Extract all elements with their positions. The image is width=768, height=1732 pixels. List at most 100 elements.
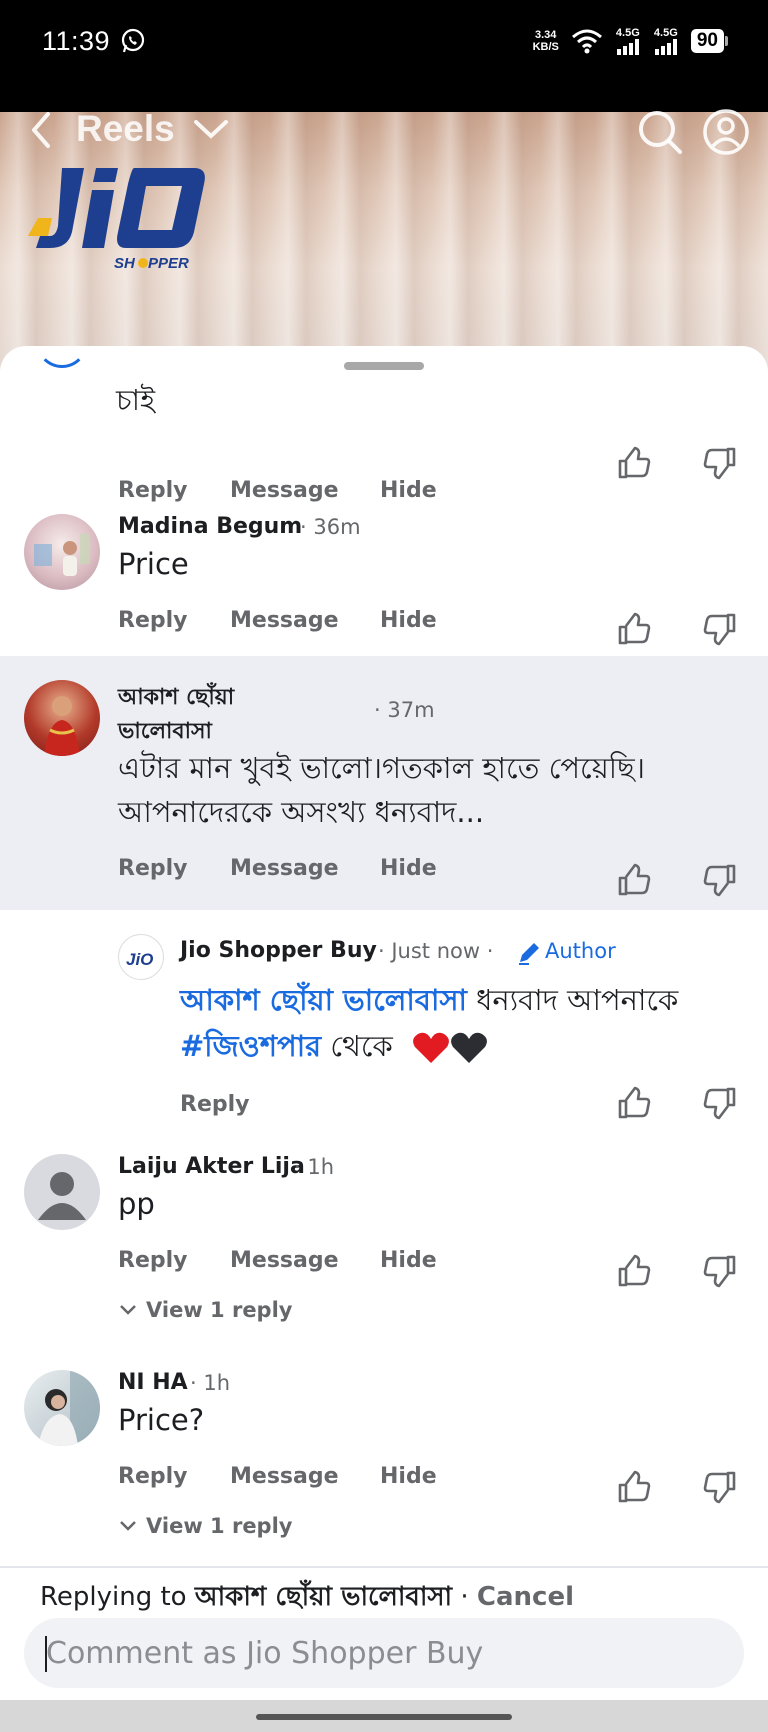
reply-text: ধন্যবাদ আপনাকে [466, 983, 679, 1017]
reels-title[interactable]: Reels [76, 108, 175, 150]
message-button[interactable]: Message [230, 1248, 380, 1273]
signal-2-label: 4.5G [653, 27, 678, 39]
avatar[interactable] [24, 680, 100, 756]
signal-1: 4.5G [615, 27, 641, 55]
default-avatar-icon [38, 1172, 86, 1220]
replying-prefix: Replying to [40, 1582, 195, 1612]
jio-logo-icon: SH PPER [28, 168, 205, 272]
commenter-name[interactable]: NI HA [118, 1370, 188, 1395]
reels-header: Reels [20, 106, 750, 156]
like-icon[interactable] [617, 1086, 651, 1120]
comment-item: Laiju Akter Lija · 1h pp Reply Message H… [0, 1146, 768, 1332]
signal-bars-icon [654, 39, 677, 55]
replying-separator: · [452, 1582, 477, 1612]
dislike-icon[interactable] [703, 863, 737, 897]
svg-text:SH: SH [114, 255, 136, 272]
chevron-down-icon[interactable] [192, 116, 230, 142]
comment-actions: Reply Message Hide [118, 856, 437, 881]
view-replies-button[interactable]: View 1 reply [118, 1298, 292, 1322]
reply-text-line1: আকাশ ছোঁয়া ভালোবাসা ধন্যবাদ আপনাকে [180, 978, 678, 1022]
comment-text-line2: আপনাদেরকে অসংখ্য ধন্যবাদ... [118, 795, 485, 829]
dislike-icon[interactable] [703, 612, 737, 646]
message-button[interactable]: Message [230, 608, 380, 633]
commenter-name-line1[interactable]: আকাশ ছোঁয়া [118, 680, 234, 717]
text-caret [45, 1636, 47, 1672]
battery-tip [725, 36, 728, 46]
comment-text: চাই [116, 383, 156, 417]
signal-2: 4.5G [653, 27, 679, 55]
dislike-icon[interactable] [703, 446, 737, 480]
chevron-down-icon [120, 1521, 136, 1531]
comment-input[interactable] [24, 1618, 744, 1688]
reply-button[interactable]: Reply [180, 1092, 250, 1117]
comments-sheet: চাই Reply Message Hide Madina Begum · 36… [0, 346, 768, 1732]
reply-button[interactable]: Reply [118, 856, 230, 881]
sheet-drag-handle[interactable] [344, 362, 424, 370]
commenter-name[interactable]: Madina Begum [118, 514, 302, 539]
comment-item: Madina Begum · 36m Price Reply Message H… [0, 506, 768, 654]
signal-1-label: 4.5G [615, 27, 640, 39]
reply-button[interactable]: Reply [118, 1248, 230, 1273]
black-heart-icon [451, 1032, 487, 1063]
system-nav-bar [0, 1700, 768, 1732]
like-icon[interactable] [617, 863, 651, 897]
whatsapp-icon [121, 28, 145, 53]
message-button[interactable]: Message [230, 1464, 380, 1489]
hashtag-link[interactable]: #জিওশপার [180, 1029, 321, 1063]
hide-button[interactable]: Hide [380, 608, 437, 633]
comment-text: Price? [118, 1403, 205, 1437]
like-icon[interactable] [617, 1254, 651, 1288]
jio-avatar-icon: JiO [126, 950, 153, 969]
red-heart-icon [413, 1032, 449, 1063]
reply-button[interactable]: Reply [118, 1464, 230, 1489]
battery-indicator: 90 [690, 29, 728, 53]
hide-button[interactable]: Hide [380, 1248, 437, 1273]
avatar-photo [44, 696, 80, 756]
avatar[interactable] [24, 1154, 100, 1230]
like-icon[interactable] [617, 1470, 651, 1504]
author-badge: Author [545, 939, 616, 963]
avatar[interactable] [24, 1370, 100, 1446]
hide-button[interactable]: Hide [380, 478, 437, 503]
avatar[interactable]: JiO [118, 934, 164, 980]
status-bar: 11:39 3.34 KB/S 4.5G 4.5G 90 [0, 0, 768, 112]
replying-to-bar: Replying to আকাশ ছোঁয়া ভালোবাসা · Cance… [40, 1576, 574, 1620]
dislike-icon[interactable] [703, 1254, 737, 1288]
battery-level: 90 [690, 29, 724, 53]
reply-text-line2: #জিওশপার থেকে [180, 1024, 488, 1068]
message-button[interactable]: Message [230, 478, 380, 503]
like-icon[interactable] [617, 612, 651, 646]
like-icon[interactable] [617, 446, 651, 480]
view-replies-label: View 1 reply [146, 1298, 293, 1322]
comment-time: · Just now · [378, 939, 494, 963]
search-icon[interactable] [636, 108, 684, 156]
profile-icon[interactable] [702, 108, 750, 156]
comment-time: · 1h [190, 1371, 231, 1395]
reply-button[interactable]: Reply [118, 608, 230, 633]
reply-button[interactable]: Reply [118, 478, 230, 503]
comment-actions: Reply Message Hide [118, 608, 437, 633]
comment-item: NI HA · 1h Price? Reply Message Hide Vie… [0, 1362, 768, 1552]
hide-button[interactable]: Hide [380, 856, 437, 881]
comment-item-highlighted: আকাশ ছোঁয়া ভালোবাসা · 37m এটার মান খুবই… [0, 656, 768, 910]
hide-button[interactable]: Hide [380, 1464, 437, 1489]
comment-actions: Reply Message Hide [118, 1464, 437, 1489]
avatar[interactable] [24, 514, 100, 590]
signal-bars-icon [616, 39, 639, 55]
mention-link[interactable]: আকাশ ছোঁয়া ভালোবাসা [180, 983, 467, 1017]
back-icon[interactable] [26, 110, 56, 150]
dislike-icon[interactable] [703, 1086, 737, 1120]
reply-item: JiO Jio Shopper Buy · Just now · Author … [0, 912, 768, 1117]
view-replies-label: View 1 reply [146, 1514, 293, 1538]
cancel-reply-button[interactable]: Cancel [477, 1582, 574, 1612]
commenter-name[interactable]: Jio Shopper Buy [180, 938, 377, 963]
avatar[interactable] [36, 346, 88, 368]
commenter-name[interactable]: Laiju Akter Lija [118, 1154, 305, 1179]
home-gesture-pill[interactable] [256, 1714, 512, 1720]
comment-time: · 36m [300, 515, 361, 539]
message-button[interactable]: Message [230, 856, 380, 881]
comment-text: Price [118, 547, 189, 581]
view-replies-button[interactable]: View 1 reply [118, 1514, 292, 1538]
replying-to-name: আকাশ ছোঁয়া ভালোবাসা [194, 1582, 453, 1612]
dislike-icon[interactable] [703, 1470, 737, 1504]
